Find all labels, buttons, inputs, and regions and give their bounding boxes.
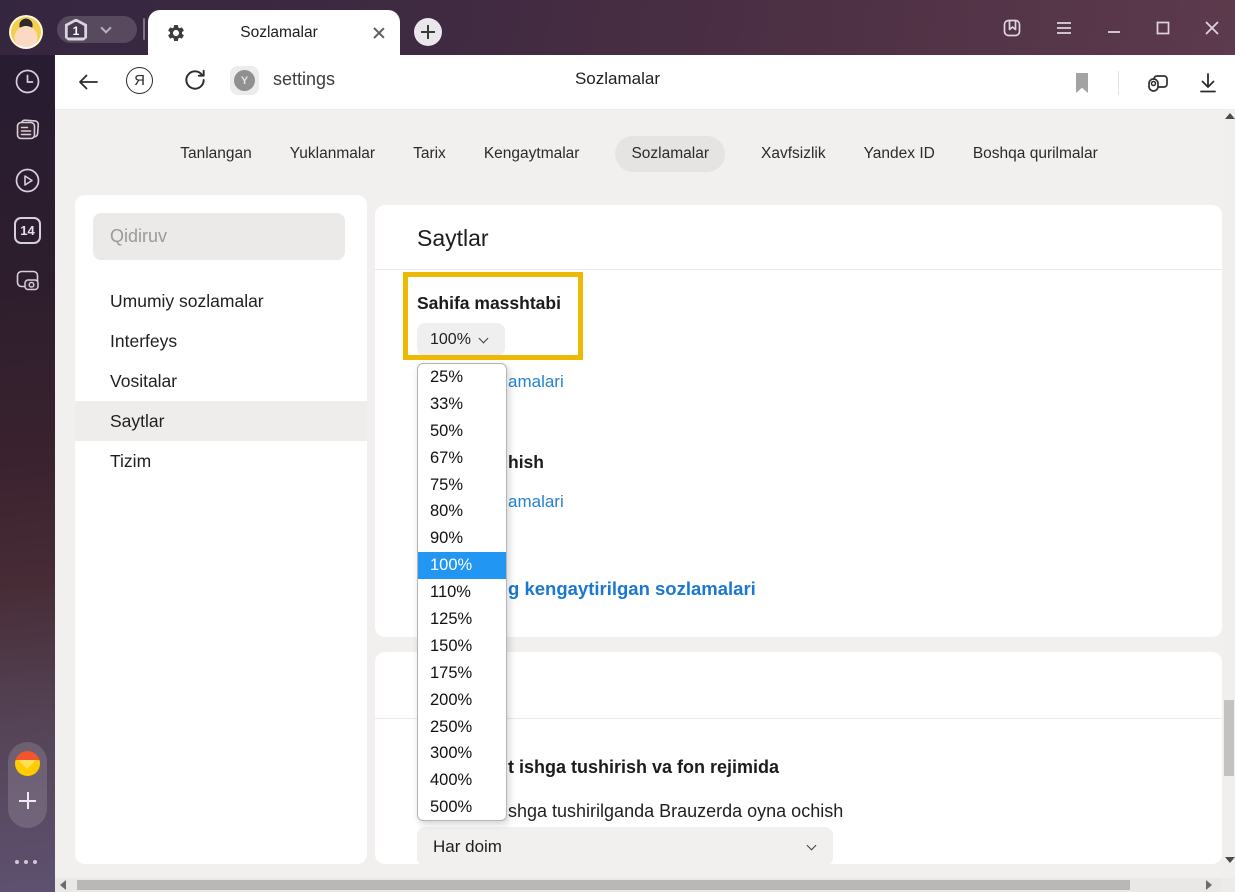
zoom-option-250[interactable]: 250%: [418, 714, 506, 741]
vertical-scrollbar-thumb[interactable]: [1224, 700, 1234, 776]
scroll-down-arrow[interactable]: [1225, 857, 1235, 863]
nav-tab-kengaytmalar[interactable]: Kengaytmalar: [482, 136, 582, 172]
search-placeholder: Qidiruv: [110, 226, 167, 247]
browser-window: 1 Sozlamalar: [0, 0, 1235, 892]
active-tab[interactable]: Sozlamalar: [148, 10, 400, 55]
toolbar-divider: [1118, 71, 1119, 95]
nav-tab-xavfsizlik[interactable]: Xavfsizlik: [759, 136, 828, 172]
autostart-select-value: Har doim: [433, 837, 502, 857]
reload-icon[interactable]: [182, 67, 208, 93]
bookmark-icon[interactable]: [1072, 71, 1092, 95]
tab-separator: [143, 18, 145, 40]
scroll-up-arrow[interactable]: [1225, 113, 1235, 119]
zoom-option-175[interactable]: 175%: [418, 660, 506, 687]
scrollbar-corner: [1222, 878, 1235, 892]
partial-link[interactable]: amalari: [508, 372, 564, 392]
nav-tab-yuklanmalar[interactable]: Yuklanmalar: [288, 136, 377, 172]
scroll-right-arrow[interactable]: [1206, 880, 1212, 890]
new-tab-button[interactable]: [414, 18, 442, 46]
settings-nav: Tanlangan Yuklanmalar Tarix Kengaytmalar…: [55, 132, 1223, 176]
zoom-option-110[interactable]: 110%: [418, 579, 506, 606]
search-input[interactable]: Qidiruv: [93, 213, 345, 260]
calendar-date: 14: [20, 223, 34, 238]
chevron-down-icon: [478, 333, 488, 343]
yandex-logo-icon[interactable]: Я: [126, 67, 153, 94]
menu-icon[interactable]: [1055, 20, 1073, 36]
autostart-text-partial: shga tushirilganda Brauzerda oyna ochish: [508, 801, 843, 822]
settings-sidebar: Qidiruv Umumiy sozlamalar Interfeys Vosi…: [75, 195, 367, 864]
window-titlebar: 1 Sozlamalar: [0, 0, 1235, 55]
nav-tab-tanlangan[interactable]: Tanlangan: [178, 136, 254, 172]
zoom-option-75[interactable]: 75%: [418, 472, 506, 499]
horizontal-scrollbar-thumb[interactable]: [77, 880, 1130, 890]
back-icon[interactable]: [75, 69, 101, 95]
section-divider: [375, 269, 1222, 270]
zoom-option-400[interactable]: 400%: [418, 767, 506, 794]
zoom-option-500[interactable]: 500%: [418, 794, 506, 821]
video-icon[interactable]: [14, 167, 41, 194]
zoom-option-200[interactable]: 200%: [418, 687, 506, 714]
page-zoom-label: Sahifa masshtabi: [417, 293, 561, 314]
section-heading: Saytlar: [417, 225, 489, 252]
sidebar-item-vositalar[interactable]: Vositalar: [75, 361, 367, 401]
autostart-heading-partial: t ishga tushirish va fon rejimida: [508, 757, 779, 778]
history-icon[interactable]: [14, 68, 41, 95]
chevron-down-icon: [807, 840, 817, 850]
yandex-mail-icon[interactable]: [15, 751, 40, 776]
minimize-icon[interactable]: [1106, 20, 1122, 36]
side-panel-icon[interactable]: [1002, 18, 1022, 38]
tab-groups-icon[interactable]: [1145, 71, 1171, 95]
nav-tab-yandex-id[interactable]: Yandex ID: [862, 136, 937, 172]
site-favicon-letter: Y: [234, 70, 255, 91]
tab-close-icon[interactable]: [372, 26, 386, 40]
downloads-icon[interactable]: [1197, 71, 1219, 95]
partial-link[interactable]: amalari: [508, 492, 564, 512]
scroll-left-arrow[interactable]: [60, 880, 66, 890]
profile-avatar[interactable]: [9, 15, 43, 49]
chevron-down-icon: [100, 22, 111, 33]
tab-title: Sozlamalar: [186, 24, 372, 42]
zoom-option-100-selected[interactable]: 100%: [418, 552, 506, 579]
nav-tab-tarix[interactable]: Tarix: [411, 136, 448, 172]
tab-group-count: 1: [67, 22, 85, 38]
feed-icon[interactable]: [14, 117, 41, 144]
sidebar-item-saytlar[interactable]: Saytlar: [75, 401, 367, 441]
zoom-option-150[interactable]: 150%: [418, 633, 506, 660]
tab-group-selector[interactable]: 1: [57, 16, 137, 43]
page-zoom-select[interactable]: 100%: [417, 323, 505, 356]
gear-icon: [166, 23, 186, 43]
sidebar-item-umumiy[interactable]: Umumiy sozlamalar: [75, 281, 367, 321]
sidebar-item-interfeys[interactable]: Interfeys: [75, 321, 367, 361]
zoom-option-80[interactable]: 80%: [418, 498, 506, 525]
zoom-option-33[interactable]: 33%: [418, 391, 506, 418]
calendar-icon[interactable]: 14: [14, 217, 41, 244]
zoom-option-90[interactable]: 90%: [418, 525, 506, 552]
page-zoom-value: 100%: [430, 331, 471, 349]
maximize-icon[interactable]: [1155, 20, 1171, 36]
address-bar-text[interactable]: settings: [273, 69, 335, 90]
add-app-icon[interactable]: [19, 792, 36, 809]
nav-tab-boshqa-qurilmalar[interactable]: Boshqa qurilmalar: [971, 136, 1100, 172]
autostart-select[interactable]: Har doim: [417, 827, 833, 866]
partial-heading: hish: [508, 452, 544, 473]
zoom-option-50[interactable]: 50%: [418, 418, 506, 445]
zoom-option-25[interactable]: 25%: [418, 364, 506, 391]
tab-group-icon: 1: [64, 19, 88, 41]
zoom-option-125[interactable]: 125%: [418, 606, 506, 633]
zoom-dropdown-menu: 25% 33% 50% 67% 75% 80% 90% 100% 110% 12…: [417, 363, 507, 821]
more-options-icon[interactable]: [15, 860, 37, 864]
pinned-apps-pill: [8, 742, 47, 828]
screenshot-icon[interactable]: [14, 267, 41, 294]
browser-sidebar: 14: [0, 55, 55, 892]
zoom-option-300[interactable]: 300%: [418, 740, 506, 767]
site-favicon[interactable]: Y: [230, 66, 259, 95]
zoom-option-67[interactable]: 67%: [418, 445, 506, 472]
advanced-settings-link[interactable]: g kengaytirilgan sozlamalari: [508, 578, 756, 600]
nav-tab-sozlamalar[interactable]: Sozlamalar: [615, 136, 725, 172]
close-icon[interactable]: [1204, 20, 1220, 36]
sidebar-item-tizim[interactable]: Tizim: [75, 441, 367, 481]
